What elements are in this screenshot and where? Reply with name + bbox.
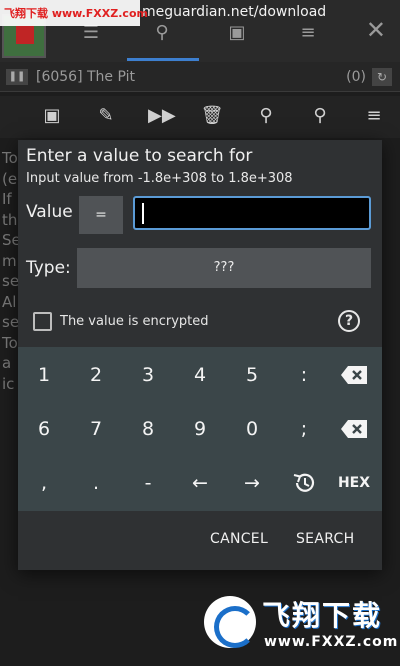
key-minus[interactable]: - [122, 463, 174, 503]
key-semicolon[interactable]: ; [278, 409, 330, 449]
key-7[interactable]: 7 [70, 409, 122, 449]
key-9[interactable]: 9 [174, 409, 226, 449]
save-tab-icon[interactable]: ▣ [226, 22, 248, 44]
key-dot[interactable]: . [70, 463, 122, 503]
list-tab-icon[interactable]: ≡ [297, 22, 319, 44]
search-icon[interactable]: ⚲ [308, 104, 332, 128]
type-label: Type: [26, 258, 71, 278]
watermark-circle-icon [204, 596, 256, 648]
key-5[interactable]: 5 [226, 355, 278, 395]
encrypted-checkbox-row[interactable]: The value is encrypted [33, 312, 209, 331]
key-4[interactable]: 4 [174, 355, 226, 395]
search-help-icon[interactable]: ⚲ [254, 104, 278, 128]
history-icon[interactable] [278, 463, 330, 503]
key-colon[interactable]: : [278, 355, 330, 395]
key-0[interactable]: 0 [226, 409, 278, 449]
help-icon[interactable]: ? [338, 310, 360, 332]
search-dialog: Enter a value to search for Input value … [18, 140, 382, 570]
search-tab-icon[interactable]: ⚲ [151, 22, 173, 44]
text-caret [142, 203, 144, 224]
tools-bar: ▣ ✎ ▶▶ 🗑 ⚲ ⚲ ≡ [0, 96, 400, 138]
cursor-right-key[interactable]: → [226, 463, 278, 503]
pause-icon[interactable]: ❚❚ [6, 68, 28, 85]
key-1[interactable]: 1 [18, 355, 70, 395]
key-comma[interactable]: , [18, 463, 70, 503]
fast-forward-icon[interactable]: ▶▶ [148, 104, 176, 128]
dialog-subtitle: Input value from -1.8e+308 to 1.8e+308 [26, 171, 293, 186]
cancel-button[interactable]: CANCEL [210, 531, 268, 547]
watermark-logo: 飞翔下载 www.FXXZ.com [204, 594, 399, 660]
dialog-title: Enter a value to search for [26, 146, 253, 166]
comparison-button[interactable]: = [79, 196, 123, 234]
encrypted-checkbox[interactable] [33, 312, 52, 331]
key-2[interactable]: 2 [70, 355, 122, 395]
process-name[interactable]: [6056] The Pit [36, 69, 135, 85]
watermark-brand: 飞翔下载 [262, 599, 383, 632]
refresh-icon[interactable]: ↻ [372, 68, 392, 86]
watermark-url: www.FXXZ.com [264, 634, 399, 650]
clear-icon[interactable] [328, 409, 380, 449]
dialog-buttons: CANCEL SEARCH [18, 511, 382, 570]
value-input[interactable] [133, 196, 371, 230]
backspace-icon[interactable] [328, 355, 380, 395]
key-8[interactable]: 8 [122, 409, 174, 449]
value-label: Value [26, 202, 73, 222]
key-6[interactable]: 6 [18, 409, 70, 449]
process-count: (0) [346, 69, 366, 85]
url-text: meguardian.net/download [142, 4, 327, 20]
menu-icon[interactable]: ≡ [362, 104, 386, 128]
active-tab-indicator [127, 58, 199, 61]
process-bar: ❚❚ [6056] The Pit (0) ↻ [0, 62, 400, 92]
encrypted-label[interactable]: The value is encrypted [60, 314, 209, 329]
save-icon[interactable]: ▣ [40, 104, 64, 128]
edit-icon[interactable]: ✎ [94, 104, 118, 128]
key-3[interactable]: 3 [122, 355, 174, 395]
watermark-top: 飞翔下载 www.FXXZ.com [0, 0, 148, 26]
search-button[interactable]: SEARCH [296, 531, 354, 547]
type-select[interactable]: ??? [77, 248, 371, 288]
hex-key[interactable]: HEX [328, 463, 380, 503]
keypad: 1 2 3 4 5 : 6 7 8 9 0 ; , . - ← → HEX [18, 347, 382, 511]
cursor-left-key[interactable]: ← [174, 463, 226, 503]
delete-icon[interactable]: 🗑 [200, 104, 224, 128]
